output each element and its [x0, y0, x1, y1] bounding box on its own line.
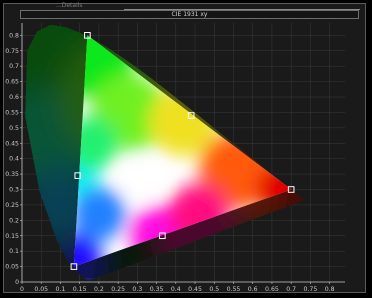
x-tick-label: 0.35: [150, 286, 164, 293]
y-tick-label: 0.3: [9, 187, 19, 194]
y-tick-label: 0: [15, 279, 19, 286]
x-tick-label: 0: [20, 286, 24, 293]
y-tick-label: 0.1: [9, 248, 19, 255]
x-tick-label: 0.25: [111, 286, 125, 293]
y-tick-label: 0.7: [9, 63, 19, 70]
cie-chart: 0 0.05 0.1 0.15 0.2 0.25 0.3 0.35 0.4 0.45 0.5 0.55…: [5, 23, 345, 293]
x-tick-label: 0.4: [171, 286, 181, 293]
y-tick-label: 0.8: [9, 32, 19, 39]
x-tick-label: 0.55: [227, 286, 241, 293]
y-tick-label: 0.45: [5, 140, 19, 147]
x-tick-label: 0.8: [325, 286, 335, 293]
y-tick-label: 0.75: [5, 48, 19, 55]
x-tick-label: 0.05: [34, 286, 48, 293]
y-tick-label: 0.35: [5, 171, 19, 178]
x-tick-label: 0.1: [56, 286, 66, 293]
x-tick-label: 0.6: [248, 286, 258, 293]
x-tick-label: 0.65: [265, 286, 279, 293]
x-tick-label: 0.7: [286, 286, 296, 293]
x-tick-label: 0.2: [94, 286, 104, 293]
x-tick-label: 0.45: [188, 286, 202, 293]
x-tick-label: 0.75: [304, 286, 318, 293]
x-tick-label: 0.15: [73, 286, 87, 293]
y-tick-label: 0.6: [9, 94, 19, 101]
y-axis-ticks: 0 0.05 0.1 0.15 0.2 0.25 0.3 0.35 0.4 0.45 0.5 0.55…: [5, 32, 22, 286]
gamut-color-blob: [73, 187, 126, 242]
y-tick-label: 0.15: [5, 233, 19, 240]
y-tick-label: 0.55: [5, 109, 19, 116]
gamut-color-blob: [121, 161, 161, 200]
y-tick-label: 0.05: [5, 264, 19, 271]
x-tick-label: 0.3: [132, 286, 142, 293]
y-tick-label: 0.65: [5, 79, 19, 86]
x-axis-ticks: 0 0.05 0.1 0.15 0.2 0.25 0.3 0.35 0.4 0.45 0.5 0.55…: [20, 282, 335, 293]
gamut-color-blob: [148, 87, 219, 157]
y-tick-label: 0.25: [5, 202, 19, 209]
x-tick-label: 0.5: [209, 286, 219, 293]
y-tick-label: 0.5: [9, 125, 19, 132]
y-tick-label: 0.2: [9, 217, 19, 224]
y-tick-label: 0.4: [9, 156, 19, 163]
